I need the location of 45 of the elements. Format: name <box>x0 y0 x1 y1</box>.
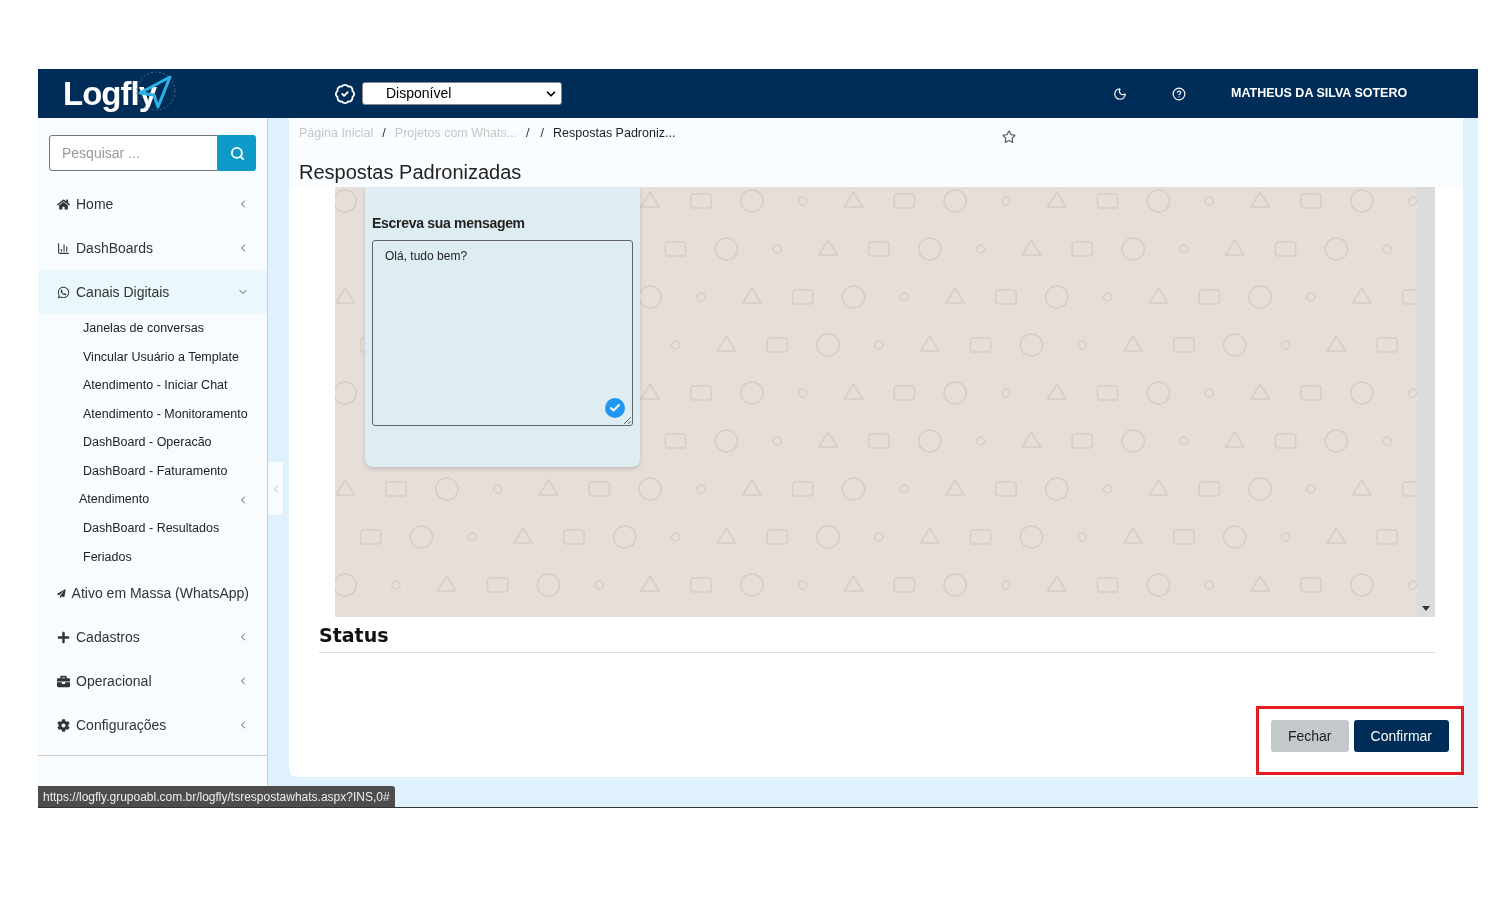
user-name[interactable]: MATHEUS DA SILVA SOTERO <box>1231 84 1408 103</box>
submenu-item[interactable]: Janelas de conversas <box>83 318 204 338</box>
menu-item[interactable]: Home <box>38 182 267 226</box>
page-title: Respostas Padronizadas <box>299 162 523 182</box>
link-status-url: https://logfly.grupoabl.com.br/logfly/tsrespostawhats.aspx?INS,0# <box>38 786 395 807</box>
briefcase-icon <box>57 674 70 688</box>
message-input[interactable]: Olá, tudo bem? <box>372 240 633 426</box>
search-button[interactable] <box>218 135 256 171</box>
close-button[interactable]: Fechar <box>1270 720 1349 752</box>
moon-icon[interactable] <box>1113 86 1127 101</box>
menu-item[interactable]: DashBoards <box>38 226 267 270</box>
submenu-item[interactable]: Atendimento - Iniciar Chat <box>83 376 228 395</box>
plus-icon <box>57 630 70 644</box>
status-select[interactable]: Disponível <box>362 82 562 105</box>
menu-item[interactable]: Configurações <box>38 703 267 748</box>
message-label: Escreva sua mensagem <box>372 214 526 233</box>
breadcrumb-separator: / <box>525 124 531 142</box>
bar-chart-icon <box>57 241 70 255</box>
chat-bubble-icon <box>57 285 70 299</box>
menu-item[interactable]: Canais Digitais <box>38 270 267 314</box>
favorite-star-icon[interactable] <box>1002 130 1017 144</box>
search-icon <box>229 145 245 161</box>
search-field[interactable]: Pesquisar ... <box>49 135 218 171</box>
breadcrumb-separator: / <box>381 124 387 142</box>
confirm-button[interactable]: Confirmar <box>1353 720 1449 752</box>
menu-item[interactable]: Cadastros <box>38 615 267 660</box>
status-badge-icon <box>334 82 356 105</box>
menu-item[interactable]: Operacional <box>38 659 267 704</box>
submenu-item[interactable]: DashBoard - Resultados <box>83 519 220 538</box>
home-icon <box>57 197 70 211</box>
gear-icon <box>57 718 70 732</box>
paper-plane-icon <box>57 586 66 600</box>
breadcrumb-current: Respostas Padroniz... <box>553 124 676 142</box>
submenu-item[interactable]: DashBoard - Faturamento <box>83 461 228 481</box>
help-icon[interactable] <box>1172 86 1186 101</box>
submenu-item[interactable]: Vincular Usuário a Template <box>83 347 239 367</box>
breadcrumb-separator: / <box>539 124 546 142</box>
status-heading: Status <box>319 623 390 647</box>
scroll-down-icon[interactable] <box>1422 606 1430 611</box>
submenu-item[interactable]: Atendimento - Monitoramento <box>83 404 248 424</box>
submenu-item[interactable]: Atendimento <box>79 490 150 510</box>
submenu-item[interactable]: Feriados <box>83 547 132 567</box>
menu-item[interactable]: Ativo em Massa (WhatsApp) <box>38 571 267 616</box>
scrollbar[interactable] <box>1417 187 1435 617</box>
submenu-item[interactable]: DashBoard - Operacão <box>83 433 212 453</box>
